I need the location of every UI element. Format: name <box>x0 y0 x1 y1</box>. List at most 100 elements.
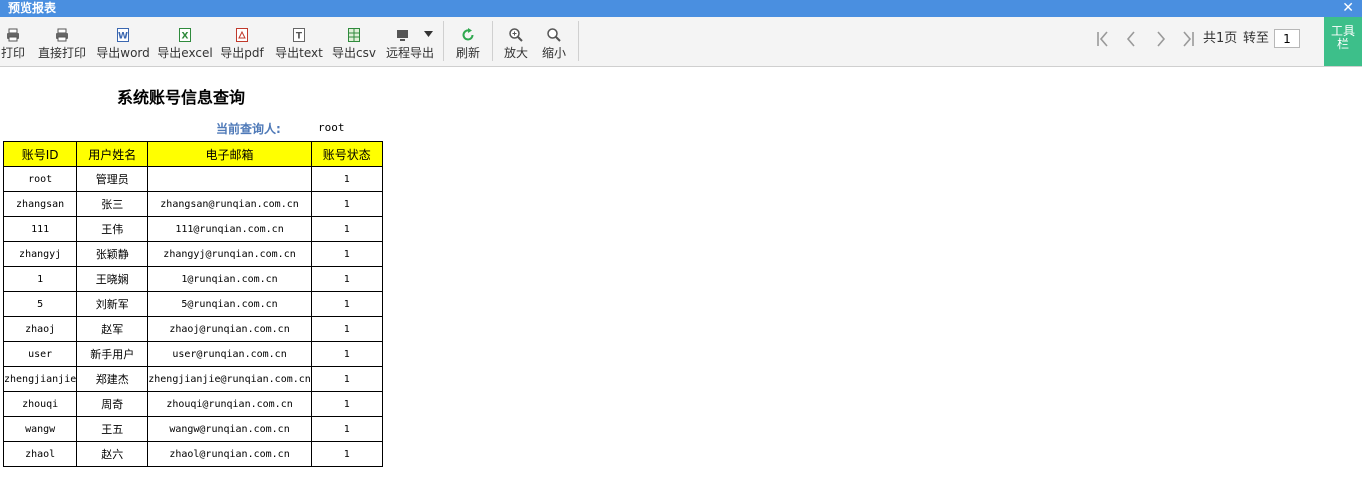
table-row: zhangyj 张颖静 zhangyj@runqian.com.cn 1 <box>2 241 383 267</box>
status-cell: 1 <box>310 391 383 417</box>
account-id-cell: zhaol <box>2 441 78 467</box>
toolbar-separator <box>578 21 579 61</box>
email-cell: wangw@runqian.com.cn <box>147 416 312 442</box>
status-cell: 1 <box>310 166 383 192</box>
table-row: zhaol 赵六 zhaol@runqian.com.cn 1 <box>2 441 383 467</box>
previous-page-icon[interactable] <box>1121 29 1141 49</box>
status-cell: 1 <box>310 266 383 292</box>
goto-label: 转至 <box>1243 31 1270 46</box>
svg-text:W: W <box>118 32 128 42</box>
user-name-cell: 王晓娴 <box>76 266 149 292</box>
email-cell: zhangsan@runqian.com.cn <box>147 191 312 217</box>
column-header: 账号状态 <box>310 141 383 167</box>
print-label: 打印 <box>0 46 25 60</box>
email-cell: zhaol@runqian.com.cn <box>147 441 312 467</box>
refresh-label: 刷新 <box>455 46 480 60</box>
export-word-label: 导出word <box>96 46 150 60</box>
table-row: 1 王晓娴 1@runqian.com.cn 1 <box>2 266 383 292</box>
status-cell: 1 <box>310 191 383 217</box>
email-cell: 111@runqian.com.cn <box>147 216 312 242</box>
status-cell: 1 <box>310 416 383 442</box>
table-row: zhaoj 赵军 zhaoj@runqian.com.cn 1 <box>2 316 383 342</box>
chevron-down-icon <box>424 31 433 37</box>
window-title: 预览报表 <box>8 1 57 15</box>
account-id-cell: 5 <box>2 291 78 317</box>
export-pdf-button[interactable]: 导出pdf <box>218 17 266 66</box>
export-text-button[interactable]: T 导出text <box>272 17 326 66</box>
print-button[interactable]: 打印 <box>0 17 26 66</box>
user-name-cell: 张颖静 <box>76 241 149 267</box>
text-icon: T <box>293 28 305 42</box>
status-cell: 1 <box>310 441 383 467</box>
user-name-cell: 管理员 <box>76 166 149 192</box>
user-name-cell: 王五 <box>76 416 149 442</box>
status-cell: 1 <box>310 291 383 317</box>
export-csv-label: 导出csv <box>332 46 376 60</box>
table-row: 5 刘新军 5@runqian.com.cn 1 <box>2 291 383 317</box>
direct-print-button[interactable]: 直接打印 <box>36 17 88 66</box>
report-title: 系统账号信息查询 <box>117 88 246 107</box>
last-page-icon[interactable] <box>1178 29 1198 49</box>
pdf-icon <box>236 28 248 42</box>
window-titlebar: 预览报表 ✕ <box>0 0 1362 17</box>
export-csv-button[interactable]: 导出csv <box>330 17 378 66</box>
zoom-in-icon <box>509 28 523 42</box>
word-icon: W <box>117 28 129 42</box>
query-user-value: root <box>318 121 345 134</box>
query-user-label: 当前查询人: <box>216 122 281 136</box>
status-cell: 1 <box>310 341 383 367</box>
page-number-input[interactable] <box>1274 29 1300 48</box>
account-id-cell: zhengjianjie <box>2 366 78 392</box>
account-id-cell: root <box>2 166 78 192</box>
toolbox-button[interactable]: 工具栏 <box>1324 17 1362 66</box>
toolbar-separator <box>443 21 444 61</box>
table-header-row: 账号ID 用户姓名 电子邮箱 账号状态 <box>2 141 383 167</box>
user-name-cell: 赵六 <box>76 441 149 467</box>
toolbar: 打印 直接打印 W 导出word X 导出excel 导出pdf T 导出tex… <box>0 17 1362 67</box>
user-name-cell: 周奇 <box>76 391 149 417</box>
column-header: 账号ID <box>2 141 78 167</box>
user-name-cell: 新手用户 <box>76 341 149 367</box>
status-cell: 1 <box>310 216 383 242</box>
account-id-cell: zhangsan <box>2 191 78 217</box>
user-name-cell: 刘新军 <box>76 291 149 317</box>
email-cell: zhouqi@runqian.com.cn <box>147 391 312 417</box>
table-row: zhengjianjie 郑建杰 zhengjianjie@runqian.com.… <box>2 366 383 392</box>
close-icon[interactable]: ✕ <box>1342 0 1354 17</box>
remote-export-button[interactable]: 远程导出 <box>384 17 436 66</box>
svg-text:X: X <box>182 32 189 42</box>
table-row: zhouqi 周奇 zhouqi@runqian.com.cn 1 <box>2 391 383 417</box>
printer-icon <box>56 28 68 42</box>
table-row: root 管理员 1 <box>2 166 383 192</box>
account-id-cell: user <box>2 341 78 367</box>
table-row: 111 王伟 111@runqian.com.cn 1 <box>2 216 383 242</box>
zoom-out-button[interactable]: 缩小 <box>538 17 570 66</box>
next-page-icon[interactable] <box>1151 29 1171 49</box>
csv-icon <box>348 28 360 42</box>
toolbox-label: 工具栏 <box>1330 24 1355 51</box>
account-id-cell: zhaoj <box>2 316 78 342</box>
zoom-out-icon <box>547 28 561 42</box>
email-cell: 1@runqian.com.cn <box>147 266 312 292</box>
email-cell <box>147 166 312 192</box>
email-cell: zhangyj@runqian.com.cn <box>147 241 312 267</box>
export-text-label: 导出text <box>275 46 323 60</box>
refresh-icon <box>462 28 474 41</box>
first-page-icon[interactable] <box>1093 29 1113 49</box>
export-excel-label: 导出excel <box>157 46 213 60</box>
table-row: wangw 王五 wangw@runqian.com.cn 1 <box>2 416 383 442</box>
zoom-in-button[interactable]: 放大 <box>500 17 532 66</box>
remote-export-label: 远程导出 <box>385 46 434 60</box>
account-id-cell: zhouqi <box>2 391 78 417</box>
export-word-button[interactable]: W 导出word <box>94 17 152 66</box>
account-id-cell: wangw <box>2 416 78 442</box>
printer-icon <box>7 28 19 42</box>
user-name-cell: 张三 <box>76 191 149 217</box>
export-excel-button[interactable]: X 导出excel <box>156 17 214 66</box>
excel-icon: X <box>179 28 191 42</box>
refresh-button[interactable]: 刷新 <box>452 17 484 66</box>
account-id-cell: 111 <box>2 216 78 242</box>
toolbar-separator <box>492 21 493 61</box>
column-header: 用户姓名 <box>76 141 149 167</box>
table-row: zhangsan 张三 zhangsan@runqian.com.cn 1 <box>2 191 383 217</box>
